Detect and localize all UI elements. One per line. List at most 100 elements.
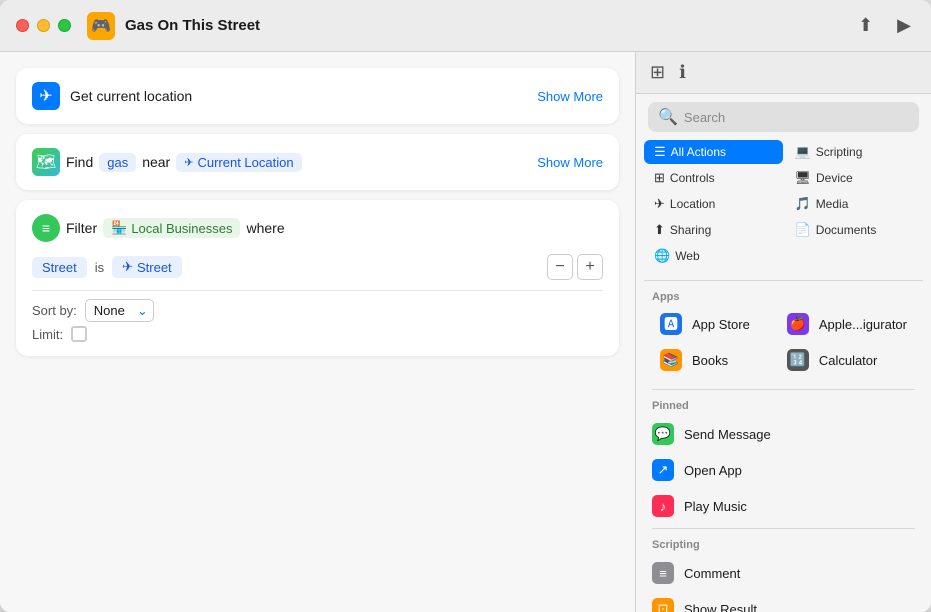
biz-icon: 🏪 [111, 220, 127, 236]
sort-select[interactable]: None Name Date [85, 299, 154, 322]
filter-condition: Street is ✈ Street − + [32, 254, 603, 280]
pinned-section-title: Pinned [644, 394, 923, 416]
maps-icon: 🗺 [32, 148, 60, 176]
close-button[interactable] [16, 19, 29, 32]
open-app-icon: ↗ [652, 459, 674, 481]
titlebar: 🎮 Gas On This Street ⬆ ▶ [0, 0, 931, 52]
apps-grid: 🅰 App Store 🍎 Apple...igurator 📚 Books 🔢… [644, 307, 923, 385]
sidebar-item-play-music[interactable]: ♪ Play Music [644, 488, 923, 524]
apps-section-title: Apps [644, 285, 923, 307]
action-get-location: ✈ Get current location Show More [16, 68, 619, 124]
scripting-icon: 💻 [795, 144, 811, 160]
sidebar-item-books[interactable]: 📚 Books [652, 343, 777, 377]
web-label: Web [675, 249, 699, 263]
category-grid: ☰ All Actions 💻 Scripting ⊞ Controls 🖥 D… [636, 140, 931, 276]
tab-web[interactable]: 🌐 Web [644, 244, 783, 268]
sidebar-item-apple-configurator[interactable]: 🍎 Apple...igurator [779, 307, 915, 341]
sidebar-list: Apps 🅰 App Store 🍎 Apple...igurator 📚 Bo… [636, 285, 931, 612]
apple-configurator-label: Apple...igurator [819, 317, 907, 332]
documents-label: Documents [816, 223, 877, 237]
traffic-lights [16, 19, 71, 32]
apple-configurator-icon: 🍎 [787, 313, 809, 335]
limit-row: Limit: [32, 326, 603, 342]
show-result-label: Show Result [684, 602, 757, 612]
app-icon: 🎮 [87, 12, 115, 40]
add-action-button[interactable]: ⊞ [648, 60, 667, 85]
filter-value-tag[interactable]: ✈ Street [112, 256, 182, 278]
scripting-section-title: Scripting [644, 533, 923, 555]
tab-media[interactable]: 🎵 Media [785, 192, 924, 216]
filter-buttons: − + [547, 254, 603, 280]
action-header-2: 🗺 Find gas near ✈ Current Location Show … [32, 148, 603, 176]
app-store-label: App Store [692, 317, 750, 332]
sidebar-item-app-store[interactable]: 🅰 App Store [652, 307, 777, 341]
find-prefix: Find [66, 154, 93, 170]
filter-divider [32, 290, 603, 291]
show-more-button-0[interactable]: Show More [537, 89, 603, 104]
location-tab-icon: ✈ [654, 196, 665, 212]
gas-token[interactable]: gas [99, 153, 136, 172]
location-icon: ✈ [32, 82, 60, 110]
sharing-label: Sharing [670, 223, 711, 237]
search-input[interactable] [684, 110, 909, 125]
limit-checkbox[interactable] [71, 326, 87, 342]
biz-text: Local Businesses [131, 221, 232, 236]
filter-row: ≡ Filter 🏪 Local Businesses where [32, 214, 603, 242]
remove-filter-button[interactable]: − [547, 254, 573, 280]
tab-controls[interactable]: ⊞ Controls [644, 166, 783, 190]
filter-value-text: Street [137, 260, 172, 275]
sharing-icon: ⬆ [654, 222, 665, 238]
filter-field-tag[interactable]: Street [32, 257, 87, 278]
filter-value-icon: ✈ [122, 259, 133, 275]
comment-icon: ≡ [652, 562, 674, 584]
limit-label: Limit: [32, 327, 63, 342]
share-button[interactable]: ⬆ [854, 11, 877, 40]
action-find-gas: 🗺 Find gas near ✈ Current Location Show … [16, 134, 619, 190]
search-bar: 🔍 [648, 102, 919, 132]
device-label: Device [816, 171, 853, 185]
sidebar-item-show-result[interactable]: ⊡ Show Result [644, 591, 923, 612]
sort-select-wrapper: None Name Date [85, 299, 154, 322]
sort-row: Sort by: None Name Date [32, 299, 603, 322]
search-icon: 🔍 [658, 107, 678, 127]
minimize-button[interactable] [37, 19, 50, 32]
device-icon: 🖥 [795, 170, 812, 186]
tab-scripting[interactable]: 💻 Scripting [785, 140, 924, 164]
tab-device[interactable]: 🖥 Device [785, 166, 924, 190]
tab-sharing[interactable]: ⬆ Sharing [644, 218, 783, 242]
sidebar-item-open-app[interactable]: ↗ Open App [644, 452, 923, 488]
calculator-icon: 🔢 [787, 349, 809, 371]
sidebar-item-calculator[interactable]: 🔢 Calculator [779, 343, 915, 377]
local-businesses-token[interactable]: 🏪 Local Businesses [103, 218, 240, 238]
editor-panel: ✈ Get current location Show More 🗺 Find … [0, 52, 635, 612]
tab-location[interactable]: ✈ Location [644, 192, 783, 216]
location-label: Location [670, 197, 715, 211]
tab-documents[interactable]: 📄 Documents [785, 218, 924, 242]
location-icon-small: ✈ [184, 156, 193, 169]
sort-label: Sort by: [32, 303, 77, 318]
open-app-label: Open App [684, 463, 742, 478]
current-location-token[interactable]: ✈ Current Location [176, 153, 301, 172]
maximize-button[interactable] [58, 19, 71, 32]
add-filter-button[interactable]: + [577, 254, 603, 280]
info-button[interactable]: ℹ [677, 60, 688, 85]
filter-op-text: is [95, 260, 104, 275]
web-icon: 🌐 [654, 248, 670, 264]
comment-label: Comment [684, 566, 740, 581]
tab-all-actions[interactable]: ☰ All Actions [644, 140, 783, 164]
filter-prefix: Filter [66, 220, 97, 236]
media-label: Media [816, 197, 849, 211]
app-store-icon: 🅰 [660, 313, 682, 335]
show-more-button-1[interactable]: Show More [537, 155, 603, 170]
sidebar-item-comment[interactable]: ≡ Comment [644, 555, 923, 591]
find-row: 🗺 Find gas near ✈ Current Location [32, 148, 302, 176]
action-header: ✈ Get current location Show More [32, 82, 603, 110]
books-icon: 📚 [660, 349, 682, 371]
play-button[interactable]: ▶ [893, 11, 915, 40]
right-header: ⊞ ℹ [636, 52, 931, 94]
main-window: 🎮 Gas On This Street ⬆ ▶ ✈ Get current l… [0, 0, 931, 612]
media-icon: 🎵 [795, 196, 811, 212]
pinned-divider [652, 389, 915, 390]
play-music-label: Play Music [684, 499, 747, 514]
sidebar-item-send-message[interactable]: 💬 Send Message [644, 416, 923, 452]
